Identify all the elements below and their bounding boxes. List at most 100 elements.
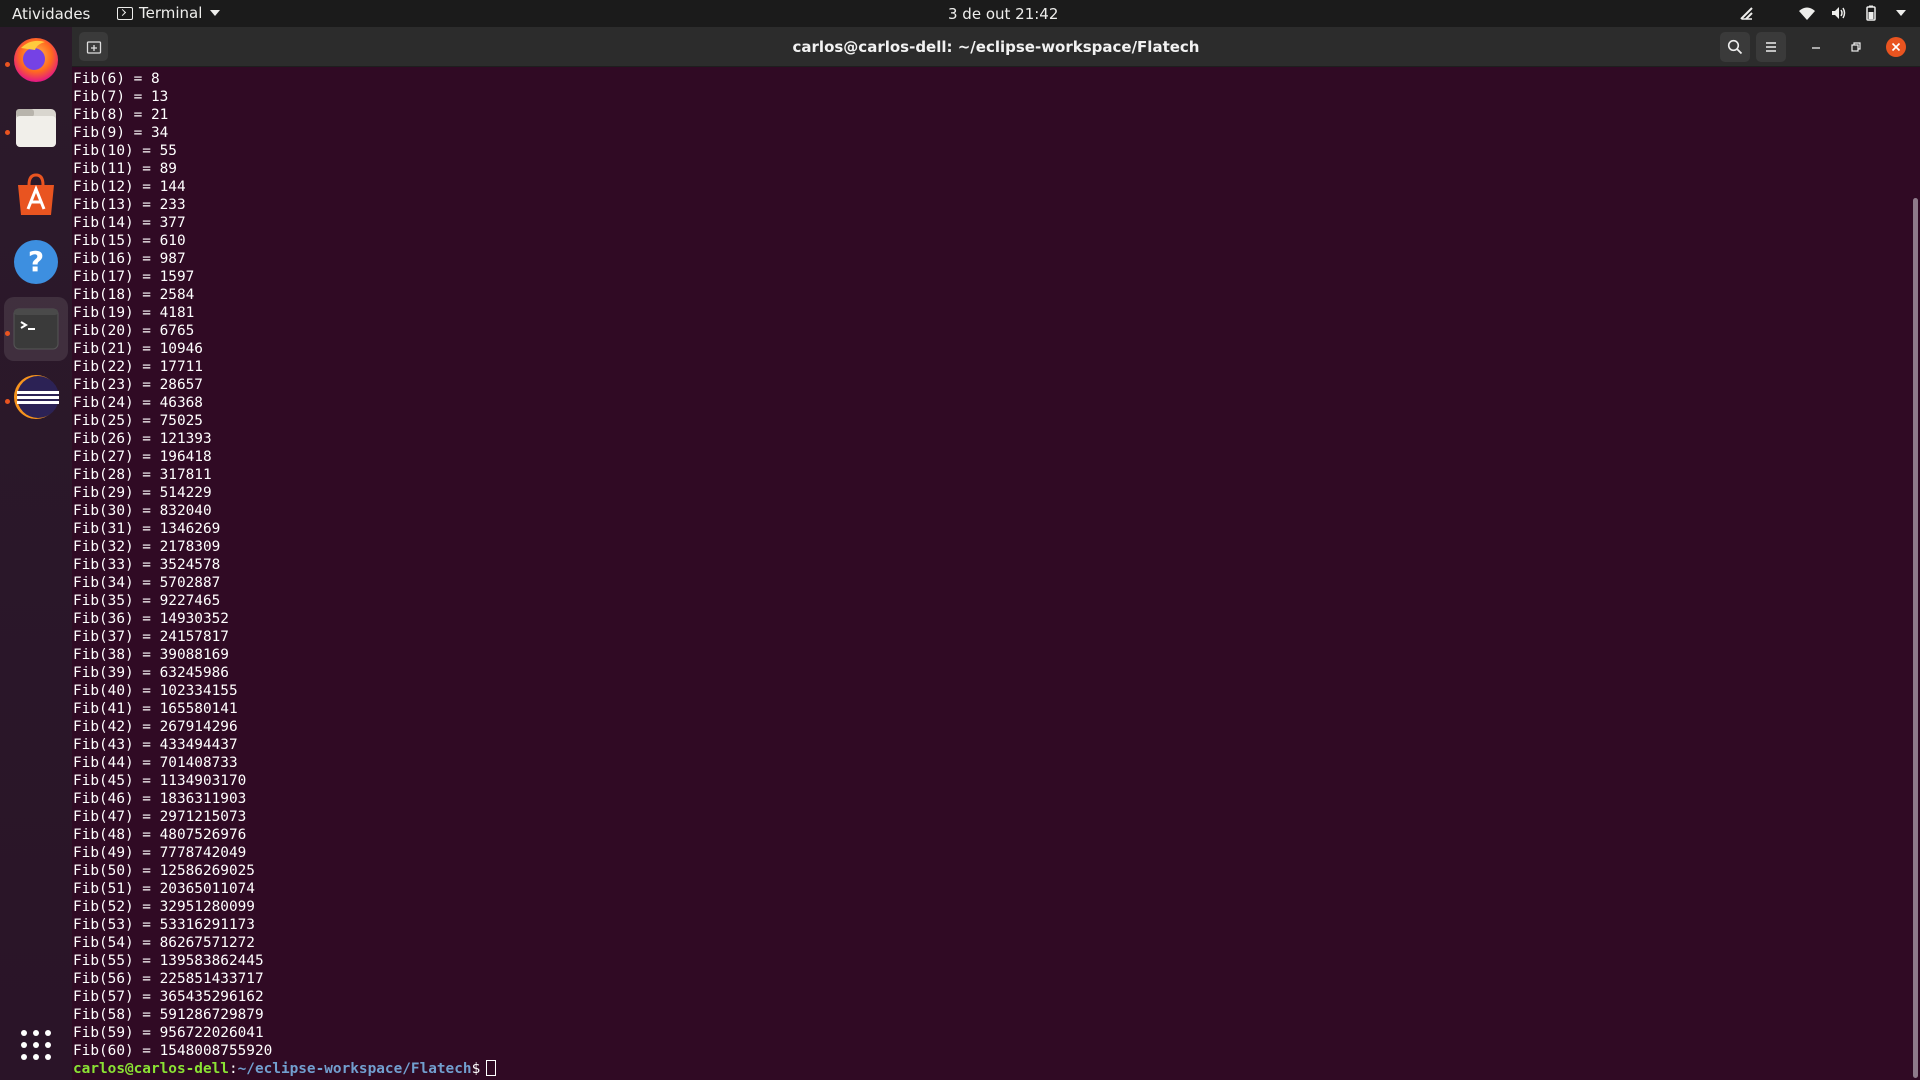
- terminal-line: Fib(59) = 956722026041: [73, 1025, 264, 1041]
- terminal-line: Fib(32) = 2178309: [73, 539, 221, 555]
- terminal-line: Fib(37) = 24157817: [73, 629, 229, 645]
- search-icon: [1727, 39, 1743, 55]
- menu-button[interactable]: [1756, 32, 1786, 62]
- terminal-small-icon: [117, 6, 133, 20]
- search-button[interactable]: [1720, 32, 1750, 62]
- dock-item-help[interactable]: ?: [4, 230, 68, 294]
- top-bar: Atividades Terminal 3 de out 21:42: [0, 0, 1920, 27]
- terminal-line: Fib(33) = 3524578: [73, 557, 221, 573]
- activities-button[interactable]: Atividades: [12, 5, 90, 23]
- terminal-line: Fib(44) = 701408733: [73, 755, 238, 771]
- terminal-line: Fib(51) = 20365011074: [73, 881, 255, 897]
- running-indicator: [5, 399, 10, 404]
- window-title: carlos@carlos-dell: ~/eclipse-workspace/…: [792, 38, 1200, 56]
- terminal-line: Fib(6) = 8: [73, 71, 160, 87]
- files-icon: [16, 109, 56, 147]
- terminal-prompt-line[interactable]: carlos@carlos-dell:~/eclipse-workspace/F…: [73, 1060, 497, 1078]
- terminal-line: Fib(11) = 89: [73, 161, 177, 177]
- wifi-icon[interactable]: [1798, 4, 1816, 22]
- terminal-line: Fib(20) = 6765: [73, 323, 195, 339]
- terminal-line: Fib(54) = 86267571272: [73, 935, 255, 951]
- terminal-line: Fib(55) = 139583862445: [73, 953, 264, 969]
- terminal-line: Fib(40) = 102334155: [73, 683, 238, 699]
- terminal-line: Fib(15) = 610: [73, 233, 186, 249]
- terminal-line: Fib(39) = 63245986: [73, 665, 229, 681]
- terminal-line: Fib(45) = 1134903170: [73, 773, 247, 789]
- terminal-line: Fib(31) = 1346269: [73, 521, 221, 537]
- terminal-line: Fib(14) = 377: [73, 215, 186, 231]
- terminal-line: Fib(12) = 144: [73, 179, 186, 195]
- terminal-line: Fib(43) = 433494437: [73, 737, 238, 753]
- terminal-line: Fib(50) = 12586269025: [73, 863, 255, 879]
- dock-item-software[interactable]: [4, 163, 68, 227]
- prompt-separator: :: [228, 1061, 238, 1077]
- close-icon: [1886, 37, 1906, 57]
- terminal-line: Fib(58) = 591286729879: [73, 1007, 264, 1023]
- terminal-line: Fib(35) = 9227465: [73, 593, 221, 609]
- firefox-icon: [14, 38, 58, 82]
- battery-icon[interactable]: [1862, 4, 1880, 22]
- terminal-line: Fib(38) = 39088169: [73, 647, 229, 663]
- minimize-icon: [1812, 47, 1820, 49]
- prompt-user-host: carlos@carlos-dell: [73, 1061, 229, 1077]
- terminal-line: Fib(23) = 28657: [73, 377, 203, 393]
- terminal-line: Fib(52) = 32951280099: [73, 899, 255, 915]
- terminal-line: Fib(13) = 233: [73, 197, 186, 213]
- dock: ?: [0, 27, 72, 1080]
- prompt-symbol: $: [471, 1061, 481, 1077]
- scrollbar[interactable]: [1913, 198, 1918, 1078]
- terminal-line: Fib(25) = 75025: [73, 413, 203, 429]
- terminal-line: Fib(49) = 7778742049: [73, 845, 247, 861]
- terminal-line: Fib(27) = 196418: [73, 449, 212, 465]
- hamburger-menu-icon: [1766, 42, 1776, 52]
- terminal-line: Fib(8) = 21: [73, 107, 169, 123]
- restore-button[interactable]: [1841, 32, 1871, 62]
- dock-item-firefox[interactable]: [4, 27, 68, 91]
- system-tray[interactable]: [1738, 4, 1906, 22]
- terminal-view[interactable]: Fib(6) = 8 Fib(7) = 13 Fib(8) = 21 Fib(9) =…: [72, 68, 1920, 1080]
- terminal-line: Fib(57) = 365435296162: [73, 989, 264, 1005]
- terminal-line: Fib(60) = 1548008755920: [73, 1043, 273, 1059]
- app-menu-label: Terminal: [139, 4, 203, 22]
- running-indicator: [5, 331, 10, 336]
- dock-item-files[interactable]: [4, 95, 68, 159]
- terminal-line: Fib(7) = 13: [73, 89, 169, 105]
- app-menu[interactable]: Terminal: [117, 4, 221, 22]
- terminal-line: Fib(48) = 4807526976: [73, 827, 247, 843]
- network-activity-icon[interactable]: [1738, 4, 1756, 22]
- terminal-line: Fib(46) = 1836311903: [73, 791, 247, 807]
- terminal-line: Fib(24) = 46368: [73, 395, 203, 411]
- terminal-line: Fib(18) = 2584: [73, 287, 195, 303]
- clock[interactable]: 3 de out 21:42: [948, 5, 1058, 23]
- restore-icon: [1851, 42, 1861, 52]
- terminal-icon: [13, 308, 59, 350]
- app-grid-icon: [21, 1030, 51, 1060]
- terminal-line: Fib(17) = 1597: [73, 269, 195, 285]
- chevron-down-icon: [210, 10, 221, 16]
- system-menu-chevron-icon[interactable]: [1896, 10, 1906, 16]
- software-icon: [18, 173, 54, 215]
- terminal-line: Fib(47) = 2971215073: [73, 809, 247, 825]
- minimize-button[interactable]: [1801, 32, 1831, 62]
- terminal-line: Fib(29) = 514229: [73, 485, 212, 501]
- terminal-line: Fib(41) = 165580141: [73, 701, 238, 717]
- dock-item-eclipse[interactable]: [4, 365, 68, 429]
- terminal-line: Fib(34) = 5702887: [73, 575, 221, 591]
- terminal-line: Fib(53) = 53316291173: [73, 917, 255, 933]
- show-applications-button[interactable]: [4, 1013, 68, 1077]
- volume-icon[interactable]: [1830, 4, 1848, 22]
- terminal-line: Fib(9) = 34: [73, 125, 169, 141]
- terminal-line: Fib(22) = 17711: [73, 359, 203, 375]
- eclipse-icon: [14, 375, 59, 419]
- running-indicator: [5, 130, 10, 135]
- terminal-output: Fib(6) = 8 Fib(7) = 13 Fib(8) = 21 Fib(9) =…: [73, 70, 497, 1078]
- terminal-line: Fib(21) = 10946: [73, 341, 203, 357]
- prompt-path: ~/eclipse-workspace/Flatech: [237, 1061, 472, 1077]
- text-cursor: [486, 1060, 497, 1076]
- close-button[interactable]: [1881, 32, 1911, 62]
- running-indicator: [5, 62, 10, 67]
- terminal-line: Fib(56) = 225851433717: [73, 971, 264, 987]
- terminal-line: Fib(30) = 832040: [73, 503, 212, 519]
- window-header-bar[interactable]: carlos@carlos-dell: ~/eclipse-workspace/…: [72, 27, 1920, 67]
- dock-item-terminal[interactable]: [4, 297, 68, 361]
